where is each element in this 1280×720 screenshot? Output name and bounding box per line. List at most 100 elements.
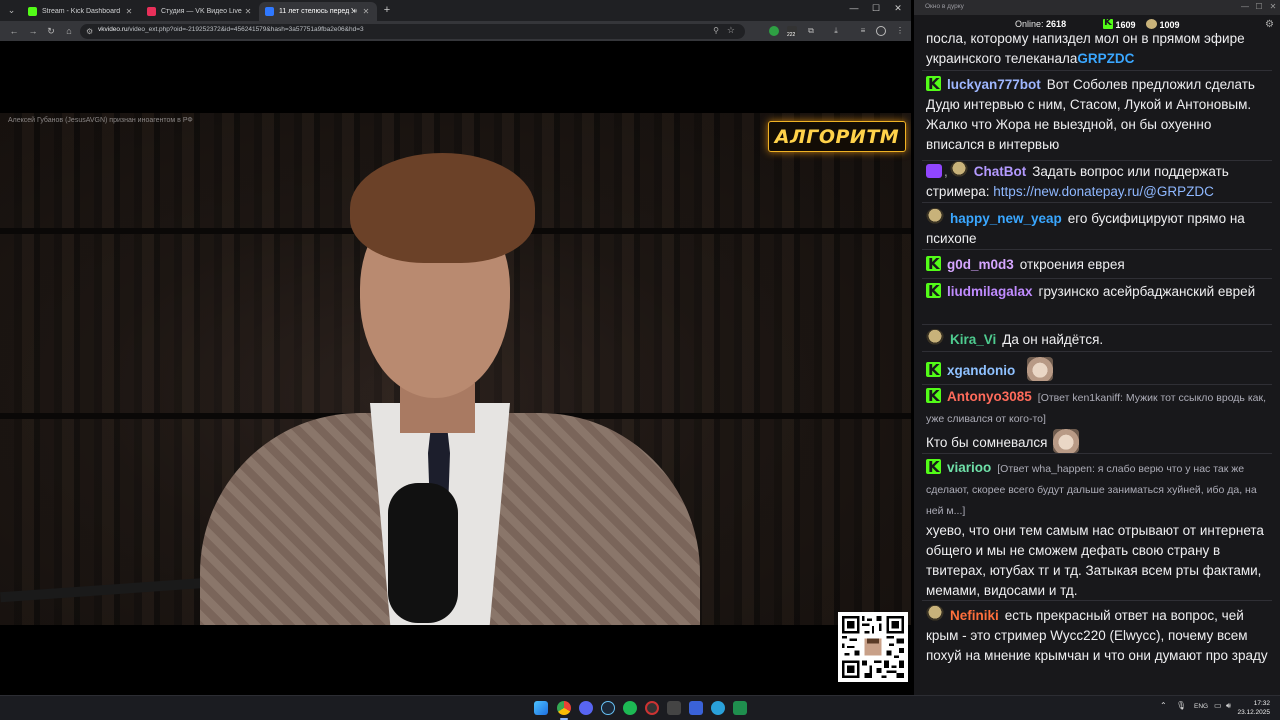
tab-strip: ⌄ Stream - Kick Dashboard ✕ Студия — VK … (0, 0, 911, 21)
user-avatar-icon (926, 208, 944, 226)
chat-username[interactable]: xgandonio (947, 363, 1015, 378)
chat-message: Nefiniki есть прекрасный ответ на вопрос,… (926, 605, 1273, 666)
video-player[interactable]: Алексей Губанов (JesusAVGN) признан иноа… (0, 113, 911, 625)
minimize-icon[interactable]: — (1240, 2, 1250, 11)
network-icon[interactable]: ▭ (1214, 701, 1222, 710)
reload-icon[interactable]: ↻ (45, 25, 57, 37)
chat-message: Kira_Vi Да он найдётся. (926, 329, 1273, 350)
microphone-icon[interactable]: 🎙︎ (1176, 701, 1186, 710)
tab-vk-video-active[interactable]: 11 лет стелюсь перед Укр 🔊︎ ✕ (259, 2, 377, 21)
kick-favicon-icon (28, 7, 37, 16)
browser-toolbar: ← → ↻ ⌂ ⚙︎ vkvideo.ru/video_ext.php?oid=… (0, 21, 911, 41)
user-avatar-icon (926, 605, 944, 623)
chat-message: xgandonio (926, 357, 1273, 381)
volume-icon[interactable]: 🔊︎ (1226, 701, 1231, 711)
donate-link[interactable]: https://new.donatepay.ru/@GRPZDC (993, 184, 1214, 199)
obs-icon[interactable] (645, 701, 659, 715)
tab-title: 11 лет стелюсь перед Укр (279, 8, 353, 15)
tab-groups-icon[interactable]: ≡ (858, 26, 868, 36)
new-tab-button[interactable]: + (381, 4, 393, 16)
platform-avatar-icon (1146, 19, 1157, 29)
tab-close-icon[interactable]: ✕ (361, 7, 371, 16)
chat-message: viarioo[Ответ wha_happen: я слабо верю ч… (926, 457, 1273, 601)
chat-titlebar: Окно в дурку — ☐ ✕ (914, 0, 1280, 15)
chat-username[interactable]: Antonyo3085 (947, 389, 1032, 404)
page-viewport: Алексей Губанов (JesusAVGN) признан иноа… (0, 41, 911, 695)
vk-favicon-icon (265, 7, 274, 16)
extensions-puzzle-icon[interactable]: ⧉ (806, 26, 816, 36)
tab-close-icon[interactable]: ✕ (124, 7, 134, 16)
tab-search-button[interactable]: ⌄ (4, 3, 19, 18)
forward-arrow-icon[interactable]: → (27, 25, 39, 37)
start-button-icon[interactable] (534, 701, 548, 715)
tray-chevron-icon[interactable]: ⌃ (1160, 701, 1167, 710)
windows-taskbar: ⌃ 🎙︎ ENG ▭ 🔊︎ 17:32 23.12.2025 (0, 695, 1280, 720)
kick-badge-icon (926, 254, 941, 274)
kick-badge-icon (926, 457, 941, 477)
online-counter: Online: 2618 (1015, 19, 1067, 29)
close-window-icon[interactable]: ✕ (1268, 2, 1278, 11)
kick-badge-icon (926, 386, 941, 406)
system-clock[interactable]: 17:32 23.12.2025 (1237, 699, 1270, 717)
back-arrow-icon[interactable]: ← (8, 25, 20, 37)
tab-kick-dashboard[interactable]: Stream - Kick Dashboard ✕ (22, 2, 140, 21)
chat-username[interactable]: luckyan777bot (947, 77, 1041, 92)
extension-green-icon[interactable] (769, 26, 779, 36)
chat-username[interactable]: g0d_m0d3 (947, 257, 1014, 272)
media-player-icon[interactable] (689, 701, 703, 715)
profile-avatar-icon[interactable] (876, 26, 886, 36)
bot-invader-icon (926, 164, 942, 178)
close-window-icon[interactable]: ✕ (890, 3, 906, 14)
kick-badge-icon (926, 360, 941, 380)
chat-message: luckyan777botВот Соболев предложил сдела… (926, 74, 1273, 155)
chat-window: Окно в дурку — ☐ ✕ Online: 2618 1609 100… (914, 0, 1280, 695)
maximize-icon[interactable]: ☐ (1254, 2, 1264, 11)
chrome-icon[interactable] (557, 701, 571, 715)
kick-badge-icon (926, 74, 941, 94)
cat-emote-icon (1027, 357, 1054, 381)
extension-badge-icon[interactable]: 222 (787, 26, 797, 38)
chat-username[interactable]: Nefiniki (950, 608, 999, 623)
address-bar[interactable]: ⚙︎ vkvideo.ru/video_ext.php?oid=-2192523… (80, 24, 745, 39)
downloads-icon[interactable]: ⤓ (831, 26, 841, 36)
spotify-icon[interactable] (623, 701, 637, 715)
url-text[interactable]: vkvideo.ru/video_ext.php?oid=-219252372&… (98, 26, 364, 33)
chat-message: посла, которому напиздел мол он в прямом… (926, 31, 1245, 66)
tab-vk-studio[interactable]: Студия — VK Видео Live ✕ (141, 2, 259, 21)
kick-logo-icon (1103, 17, 1113, 29)
site-info-icon[interactable]: ⚙︎ (86, 27, 93, 36)
chat-username[interactable]: Kira_Vi (950, 332, 996, 347)
kick-badge-icon (926, 281, 941, 301)
chat-window-title: Окно в дурку (925, 3, 964, 10)
user-avatar-icon (949, 161, 968, 179)
qr-code (838, 612, 908, 682)
chat-message-list[interactable]: посла, которому напиздел мол он в прямом… (914, 31, 1280, 695)
language-indicator[interactable]: ENG (1194, 703, 1208, 710)
streamer-figure (0, 113, 911, 625)
cat-emote-icon (1053, 429, 1080, 453)
browser-window: ⌄ Stream - Kick Dashboard ✕ Студия — VK … (0, 0, 911, 695)
discord-icon[interactable] (579, 701, 593, 715)
chat-message: g0d_m0d3откроения еврея (926, 254, 1273, 275)
chat-username[interactable]: liudmilagalax (947, 284, 1033, 299)
search-icon[interactable]: ⚲ (713, 26, 719, 35)
chat-message: Antonyo3085[Ответ ken1kaniff: Мужик тот … (926, 386, 1273, 453)
telegram-icon[interactable] (711, 701, 725, 715)
chat-message: happy_new_yeap его бусифицируют прямо на … (926, 208, 1273, 249)
minimize-icon[interactable]: — (846, 3, 862, 13)
steam-icon[interactable] (601, 701, 615, 715)
more-menu-icon[interactable]: ⋮ (895, 26, 905, 36)
chat-username[interactable]: happy_new_yeap (950, 211, 1062, 226)
excel-icon[interactable] (733, 701, 747, 715)
app-icon[interactable] (667, 701, 681, 715)
bookmark-star-icon[interactable]: ☆ (727, 25, 735, 36)
chat-message: liudmilagalaxгрузинско асейрбаджанский е… (926, 281, 1273, 302)
home-icon[interactable]: ⌂ (63, 25, 75, 37)
tab-close-icon[interactable]: ✕ (243, 7, 253, 16)
tab-title: Студия — VK Видео Live (161, 8, 242, 15)
user-avatar-icon (926, 329, 944, 347)
chat-username[interactable]: viarioo (947, 460, 991, 475)
audio-playing-icon[interactable]: 🔊︎ (353, 8, 357, 16)
chat-username[interactable]: ChatBot (974, 164, 1027, 179)
maximize-icon[interactable]: ☐ (868, 3, 884, 14)
